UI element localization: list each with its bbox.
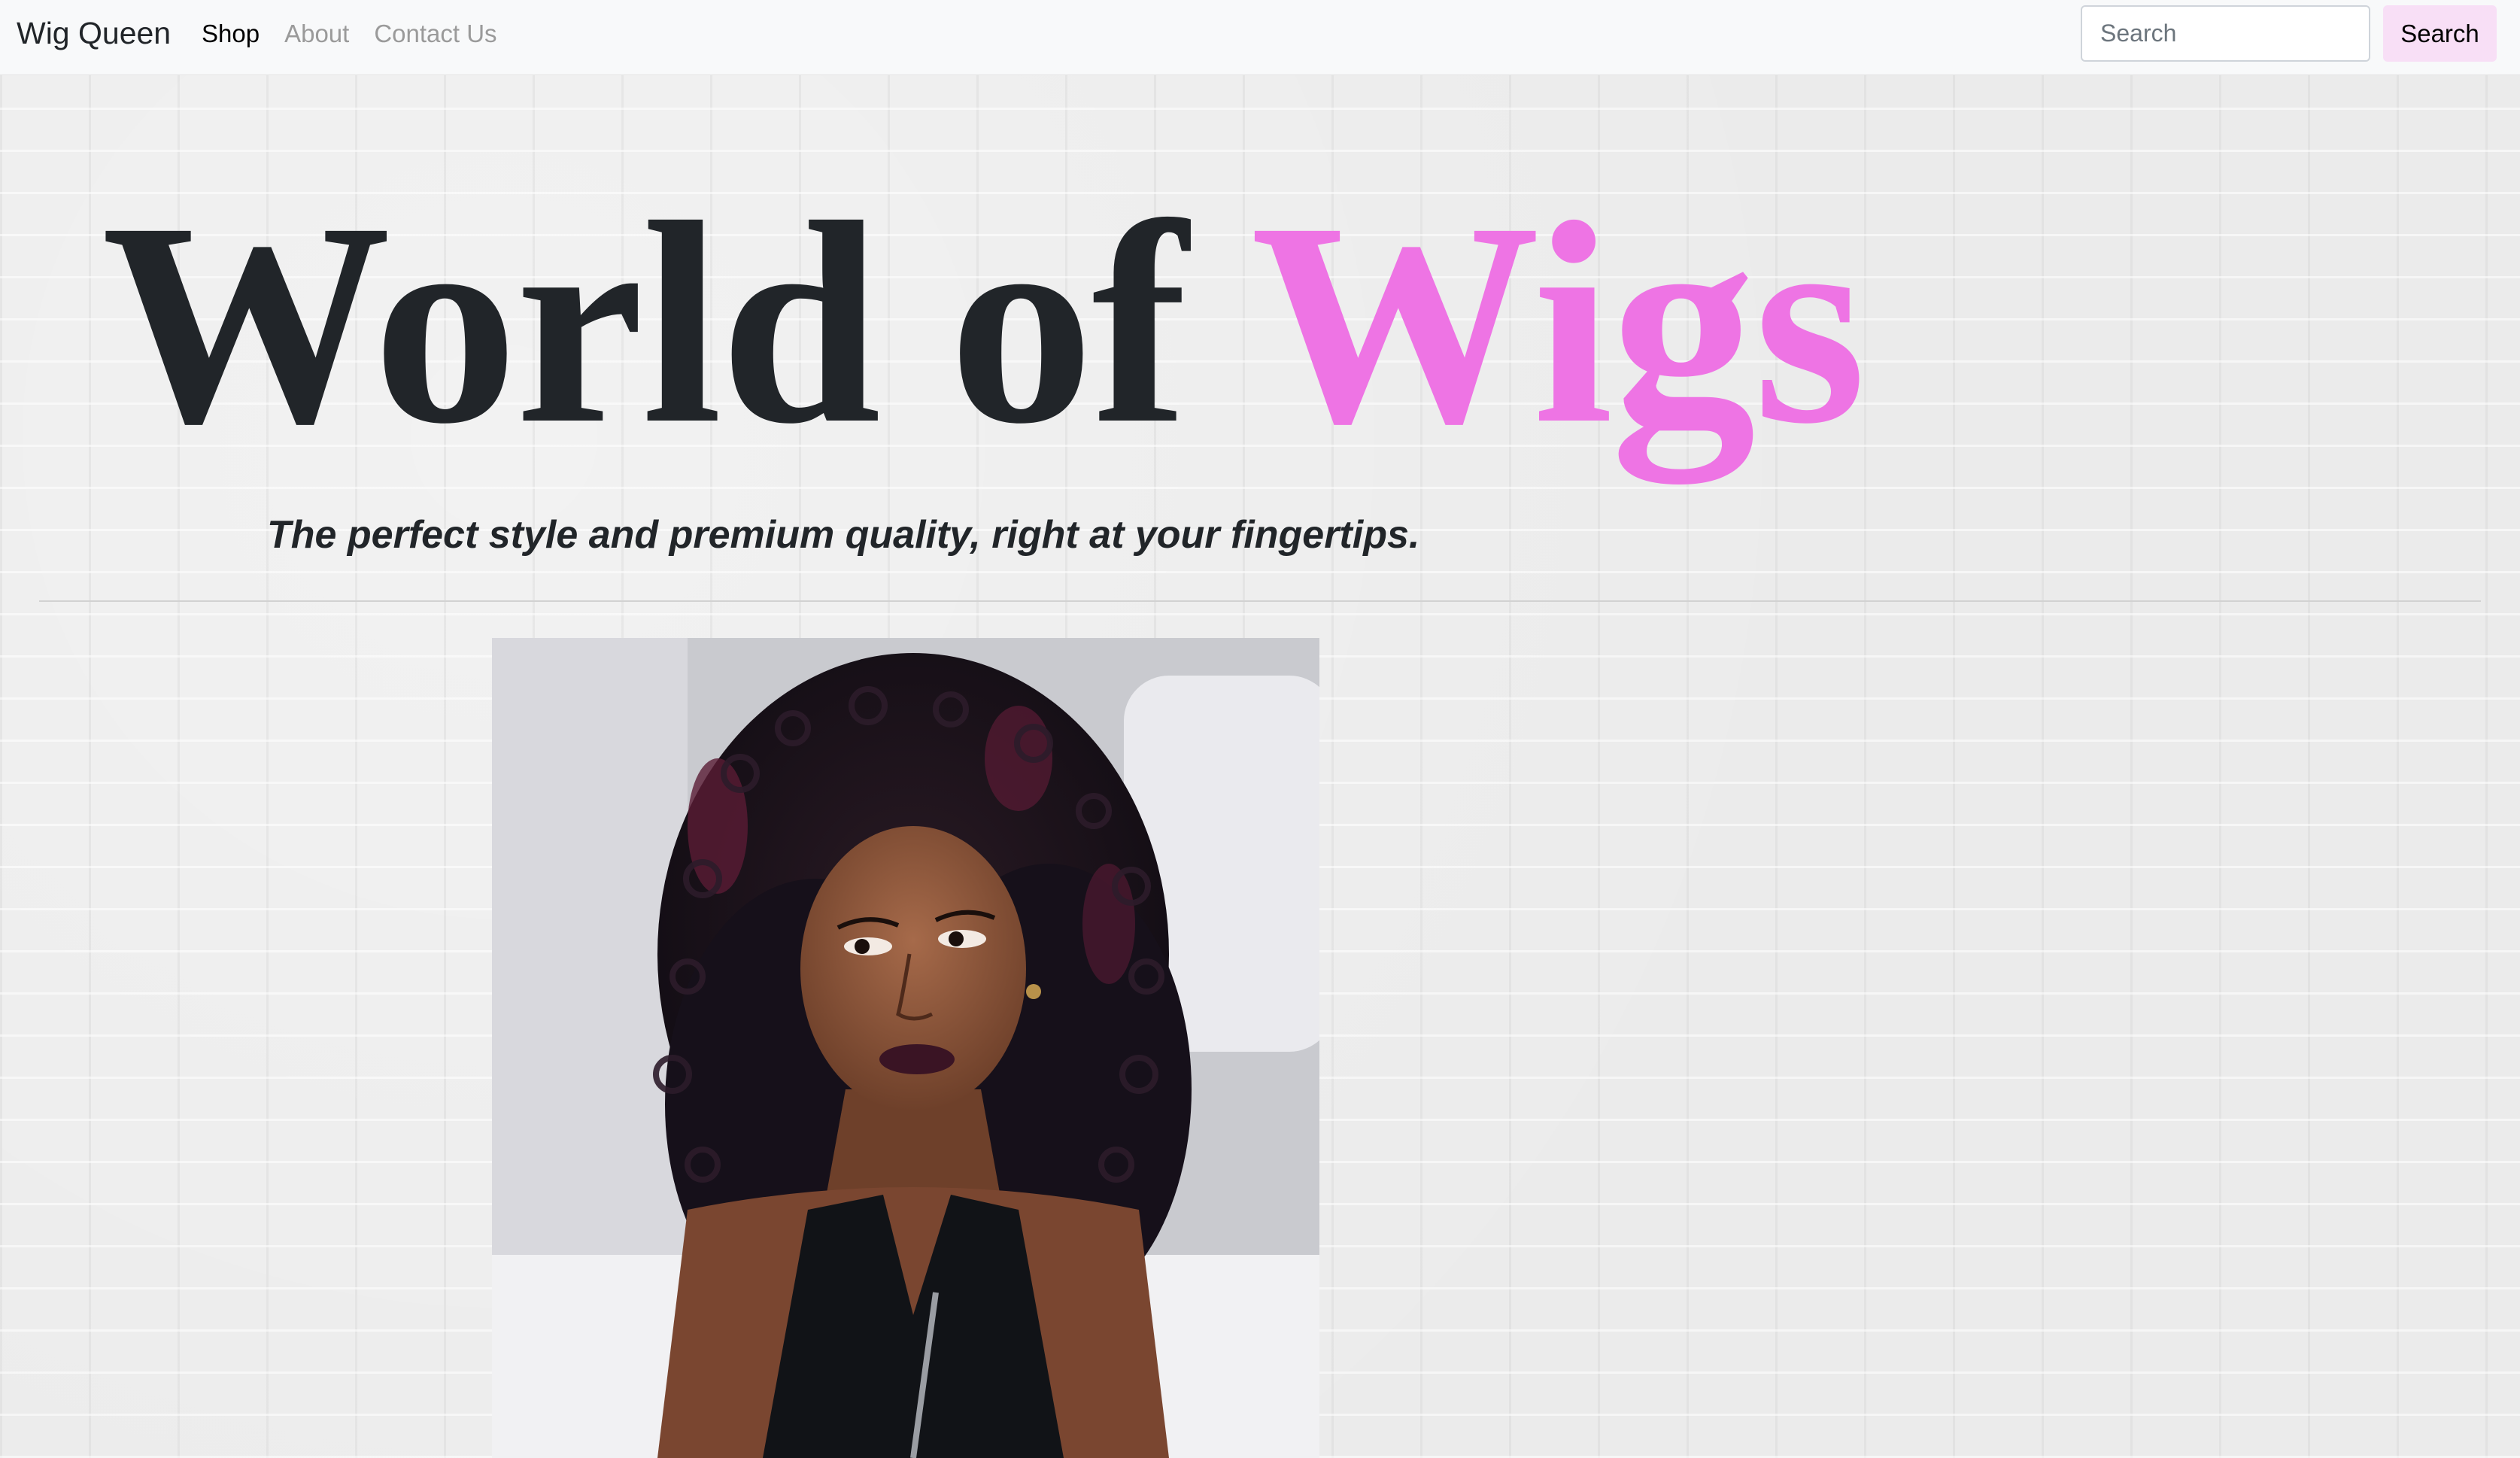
nav-link-contact-us[interactable]: Contact Us — [374, 17, 496, 51]
wig-model-illustration — [492, 638, 1319, 1458]
nav-link-shop[interactable]: Shop — [202, 17, 260, 51]
hero-subtitle: The perfect style and premium quality, r… — [267, 513, 1420, 557]
featured-wig-image — [492, 638, 1319, 1458]
hero-title-accent: Wigs — [1250, 163, 1866, 484]
hero-title-main: World of — [102, 163, 1188, 484]
search-input[interactable] — [2081, 5, 2370, 62]
divider — [39, 600, 2481, 602]
navbar: Wig Queen Shop About Contact Us Search — [0, 0, 2520, 75]
brand-link[interactable]: Wig Queen — [17, 14, 171, 53]
nav-links: Shop About Contact Us — [202, 17, 522, 51]
search-button[interactable]: Search — [2383, 5, 2497, 62]
nav-link-about[interactable]: About — [284, 17, 349, 51]
hero-title: World of Wigs — [102, 173, 1866, 474]
